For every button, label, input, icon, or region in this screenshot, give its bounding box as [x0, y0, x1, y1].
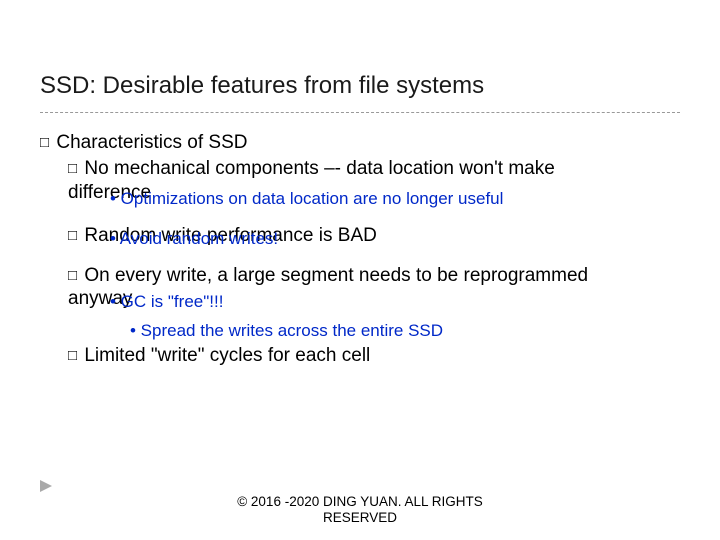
slide-title: SSD: Desirable features from file system…	[40, 72, 680, 100]
bullet-text: On every write, a large segment needs to…	[84, 265, 588, 286]
overlay-note: • Optimizations on data location are no …	[110, 188, 680, 209]
bullet-text: Characteristics of SSD	[56, 132, 247, 153]
square-bullet-icon: □	[68, 347, 77, 366]
overlay-note: • Spread the writes across the entire SS…	[130, 320, 680, 341]
corner-arrow-icon	[40, 480, 54, 492]
slide: SSD: Desirable features from file system…	[0, 0, 720, 540]
bullet-text: Limited "write" cycles for each cell	[84, 345, 370, 366]
overlay-note: • Avoid random writes!	[110, 228, 680, 249]
square-bullet-icon: □	[68, 227, 77, 246]
footer: © 2016 -2020 DING YUAN. ALL RIGHTS RESER…	[0, 494, 720, 526]
slide-content: □ Characteristics of SSD □ No mechanical…	[0, 113, 720, 367]
copyright-line2: RESERVED	[323, 510, 397, 525]
title-area: SSD: Desirable features from file system…	[0, 0, 720, 106]
square-bullet-icon: □	[40, 134, 49, 153]
overlay-note: • GC is "free"!!!	[110, 291, 680, 312]
bullet-level2: □ Limited "write" cycles for each cell	[68, 344, 680, 368]
bullet-text: No mechanical components –- data locatio…	[84, 158, 554, 179]
square-bullet-icon: □	[68, 267, 77, 286]
copyright-line1: © 2016 -2020 DING YUAN. ALL RIGHTS	[237, 494, 483, 509]
bullet-level1: □ Characteristics of SSD	[40, 131, 680, 155]
square-bullet-icon: □	[68, 160, 77, 179]
